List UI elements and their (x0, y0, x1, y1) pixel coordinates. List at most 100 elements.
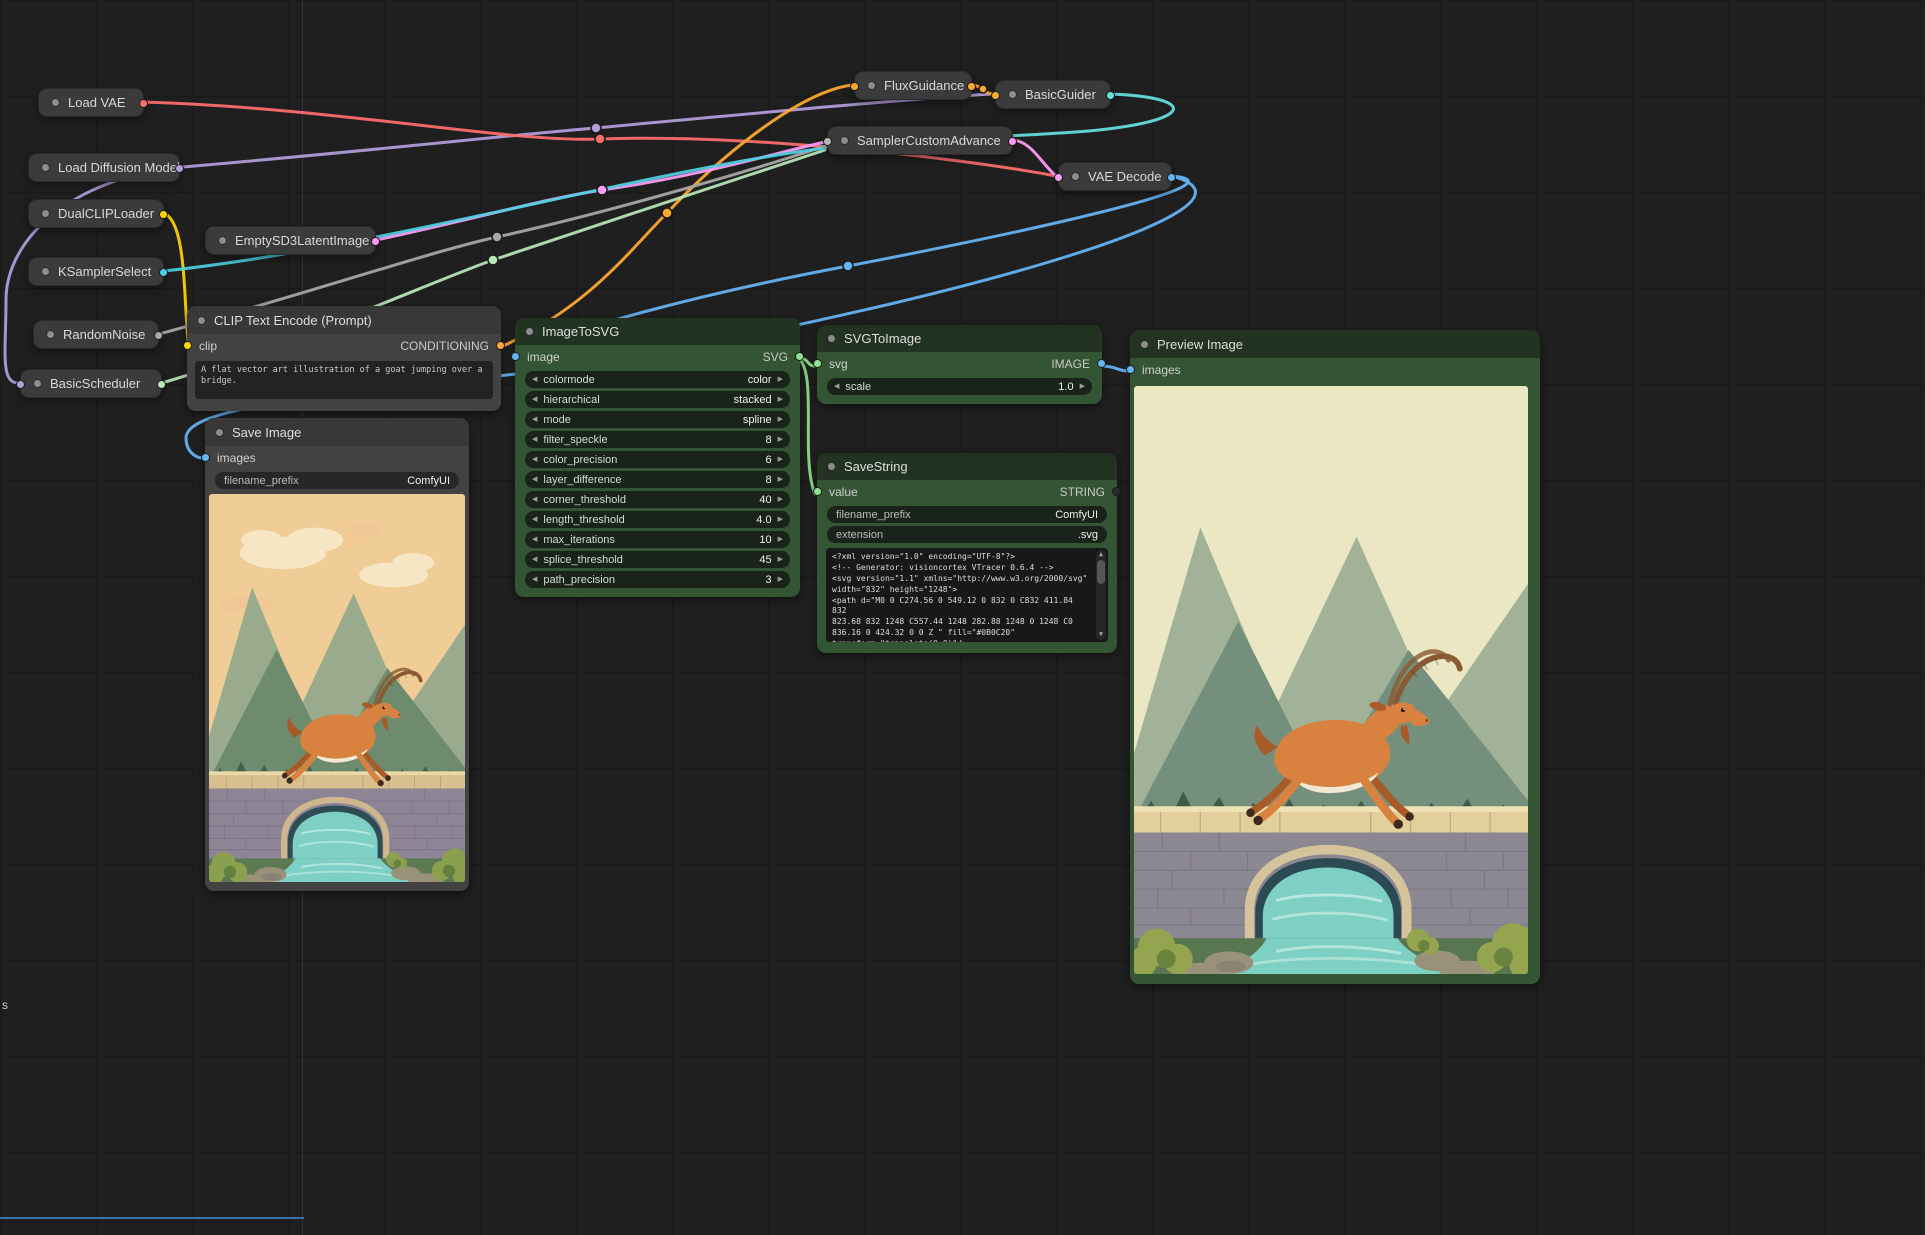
output-slot-image[interactable] (1167, 173, 1176, 182)
collapse-dot-icon[interactable] (1140, 340, 1149, 349)
output-slot-svg[interactable] (795, 352, 804, 361)
input-slot-svg[interactable] (813, 359, 822, 368)
collapse-dot-icon[interactable] (215, 428, 224, 437)
input-slot-value[interactable] (813, 487, 822, 496)
decrement-icon[interactable]: ◀ (532, 396, 537, 403)
collapse-dot-icon[interactable] (51, 98, 60, 107)
splice-threshold-widget[interactable]: ◀ splice_threshold 45 ▶ (525, 551, 790, 568)
increment-icon[interactable]: ▶ (778, 536, 783, 543)
increment-icon[interactable]: ▶ (1080, 383, 1085, 390)
filename-prefix-widget[interactable]: filename_prefix ComfyUI (215, 472, 459, 489)
increment-icon[interactable]: ▶ (778, 556, 783, 563)
node-basicscheduler[interactable]: BasicScheduler (20, 369, 162, 398)
increment-icon[interactable]: ▶ (778, 476, 783, 483)
output-slot-sigmas[interactable] (157, 380, 166, 389)
increment-icon[interactable]: ▶ (778, 496, 783, 503)
input-slot-clip[interactable] (183, 341, 192, 350)
decrement-icon[interactable]: ◀ (532, 416, 537, 423)
decrement-icon[interactable]: ◀ (532, 436, 537, 443)
output-slot-vae[interactable] (139, 99, 148, 108)
increment-icon[interactable]: ▶ (778, 516, 783, 523)
output-slot-sampler[interactable] (159, 268, 168, 277)
decrement-icon[interactable]: ◀ (532, 476, 537, 483)
collapse-dot-icon[interactable] (41, 209, 50, 218)
collapse-dot-icon[interactable] (1071, 172, 1080, 181)
prompt-textarea[interactable]: A flat vector art illustration of a goat… (195, 361, 493, 399)
decrement-icon[interactable]: ◀ (532, 556, 537, 563)
reroute-dot[interactable] (595, 134, 605, 144)
increment-icon[interactable]: ▶ (778, 436, 783, 443)
filter-speckle-widget[interactable]: ◀ filter_speckle 8 ▶ (525, 431, 790, 448)
output-slot-latent[interactable] (371, 237, 380, 246)
reroute-dot[interactable] (843, 261, 853, 271)
path-precision-widget[interactable]: ◀ path_precision 3 ▶ (525, 571, 790, 588)
reroute-dot[interactable] (979, 85, 987, 93)
decrement-icon[interactable]: ◀ (532, 456, 537, 463)
reroute-dot[interactable] (488, 255, 498, 265)
scrollbar-thumb[interactable] (1097, 560, 1105, 584)
node-vae-decode[interactable]: VAE Decode (1058, 162, 1172, 191)
input-slot-conditioning[interactable] (991, 91, 1000, 100)
decrement-icon[interactable]: ◀ (532, 376, 537, 383)
length-threshold-widget[interactable]: ◀ length_threshold 4.0 ▶ (525, 511, 790, 528)
node-save-image[interactable]: Save Image images filename_prefix ComfyU… (205, 418, 469, 891)
node-imagetosvg[interactable]: ImageToSVG image SVG ◀ colormode color ▶… (515, 318, 800, 597)
increment-icon[interactable]: ▶ (778, 376, 783, 383)
node-preview-image[interactable]: Preview Image images (1130, 330, 1540, 984)
output-slot-model[interactable] (175, 164, 184, 173)
node-dualcliploader[interactable]: DualCLIPLoader (28, 199, 164, 228)
node-fluxguidance[interactable]: FluxGuidance (854, 71, 972, 100)
collapse-dot-icon[interactable] (218, 236, 227, 245)
increment-icon[interactable]: ▶ (778, 416, 783, 423)
increment-icon[interactable]: ▶ (778, 576, 783, 583)
decrement-icon[interactable]: ◀ (532, 516, 537, 523)
collapse-dot-icon[interactable] (46, 330, 55, 339)
filename-prefix-widget[interactable]: filename_prefix ComfyUI (827, 506, 1107, 523)
corner-threshold-widget[interactable]: ◀ corner_threshold 40 ▶ (525, 491, 790, 508)
collapse-dot-icon[interactable] (33, 379, 42, 388)
mode-widget[interactable]: ◀ mode spline ▶ (525, 411, 790, 428)
input-slot-images[interactable] (201, 453, 210, 462)
output-slot-conditioning[interactable] (496, 341, 505, 350)
decrement-icon[interactable]: ◀ (834, 383, 839, 390)
node-emptysd3latentimage[interactable]: EmptySD3LatentImage (205, 226, 376, 255)
input-slot-conditioning[interactable] (850, 82, 859, 91)
reroute-dot[interactable] (492, 232, 502, 242)
svg-string-textarea[interactable]: <?xml version="1.0" encoding="UTF-8"?> <… (826, 548, 1108, 642)
node-basicguider[interactable]: BasicGuider (995, 80, 1111, 109)
node-svgtoimage[interactable]: SVGToImage svg IMAGE ◀ scale 1.0 ▶ (817, 325, 1102, 404)
decrement-icon[interactable]: ◀ (532, 536, 537, 543)
input-slot-image[interactable] (511, 352, 520, 361)
scroll-up-icon[interactable]: ▲ (1096, 550, 1106, 560)
output-slot-conditioning[interactable] (967, 82, 976, 91)
decrement-icon[interactable]: ◀ (532, 496, 537, 503)
output-slot-guider[interactable] (1106, 91, 1115, 100)
node-load-vae[interactable]: Load VAE (38, 88, 144, 117)
color-precision-widget[interactable]: ◀ color_precision 6 ▶ (525, 451, 790, 468)
output-slot-latent[interactable] (1008, 137, 1017, 146)
reroute-dot[interactable] (662, 208, 672, 218)
output-slot-string[interactable] (1112, 487, 1121, 496)
node-graph-canvas[interactable]: s Load VAE Load Diffusion Mod (0, 0, 1925, 1235)
input-slots[interactable] (823, 137, 832, 146)
extension-widget[interactable]: extension .svg (827, 526, 1107, 543)
collapse-dot-icon[interactable] (1008, 90, 1017, 99)
scale-widget[interactable]: ◀ scale 1.0 ▶ (827, 378, 1092, 395)
node-samplercustomadvance[interactable]: SamplerCustomAdvance (827, 126, 1013, 155)
scrollbar[interactable]: ▲ ▼ (1096, 550, 1106, 640)
collapse-dot-icon[interactable] (41, 163, 50, 172)
reroute-dot[interactable] (591, 123, 601, 133)
hierarchical-widget[interactable]: ◀ hierarchical stacked ▶ (525, 391, 790, 408)
input-slot-samples[interactable] (1054, 173, 1063, 182)
collapse-dot-icon[interactable] (525, 327, 534, 336)
scroll-down-icon[interactable]: ▼ (1096, 630, 1106, 640)
node-randomnoise[interactable]: RandomNoise (33, 320, 159, 349)
collapse-dot-icon[interactable] (840, 136, 849, 145)
node-load-diffusion-model[interactable]: Load Diffusion Model (28, 153, 180, 182)
collapse-dot-icon[interactable] (41, 267, 50, 276)
collapse-dot-icon[interactable] (867, 81, 876, 90)
layer-difference-widget[interactable]: ◀ layer_difference 8 ▶ (525, 471, 790, 488)
output-slot-image[interactable] (1097, 359, 1106, 368)
colormode-widget[interactable]: ◀ colormode color ▶ (525, 371, 790, 388)
collapse-dot-icon[interactable] (827, 462, 836, 471)
